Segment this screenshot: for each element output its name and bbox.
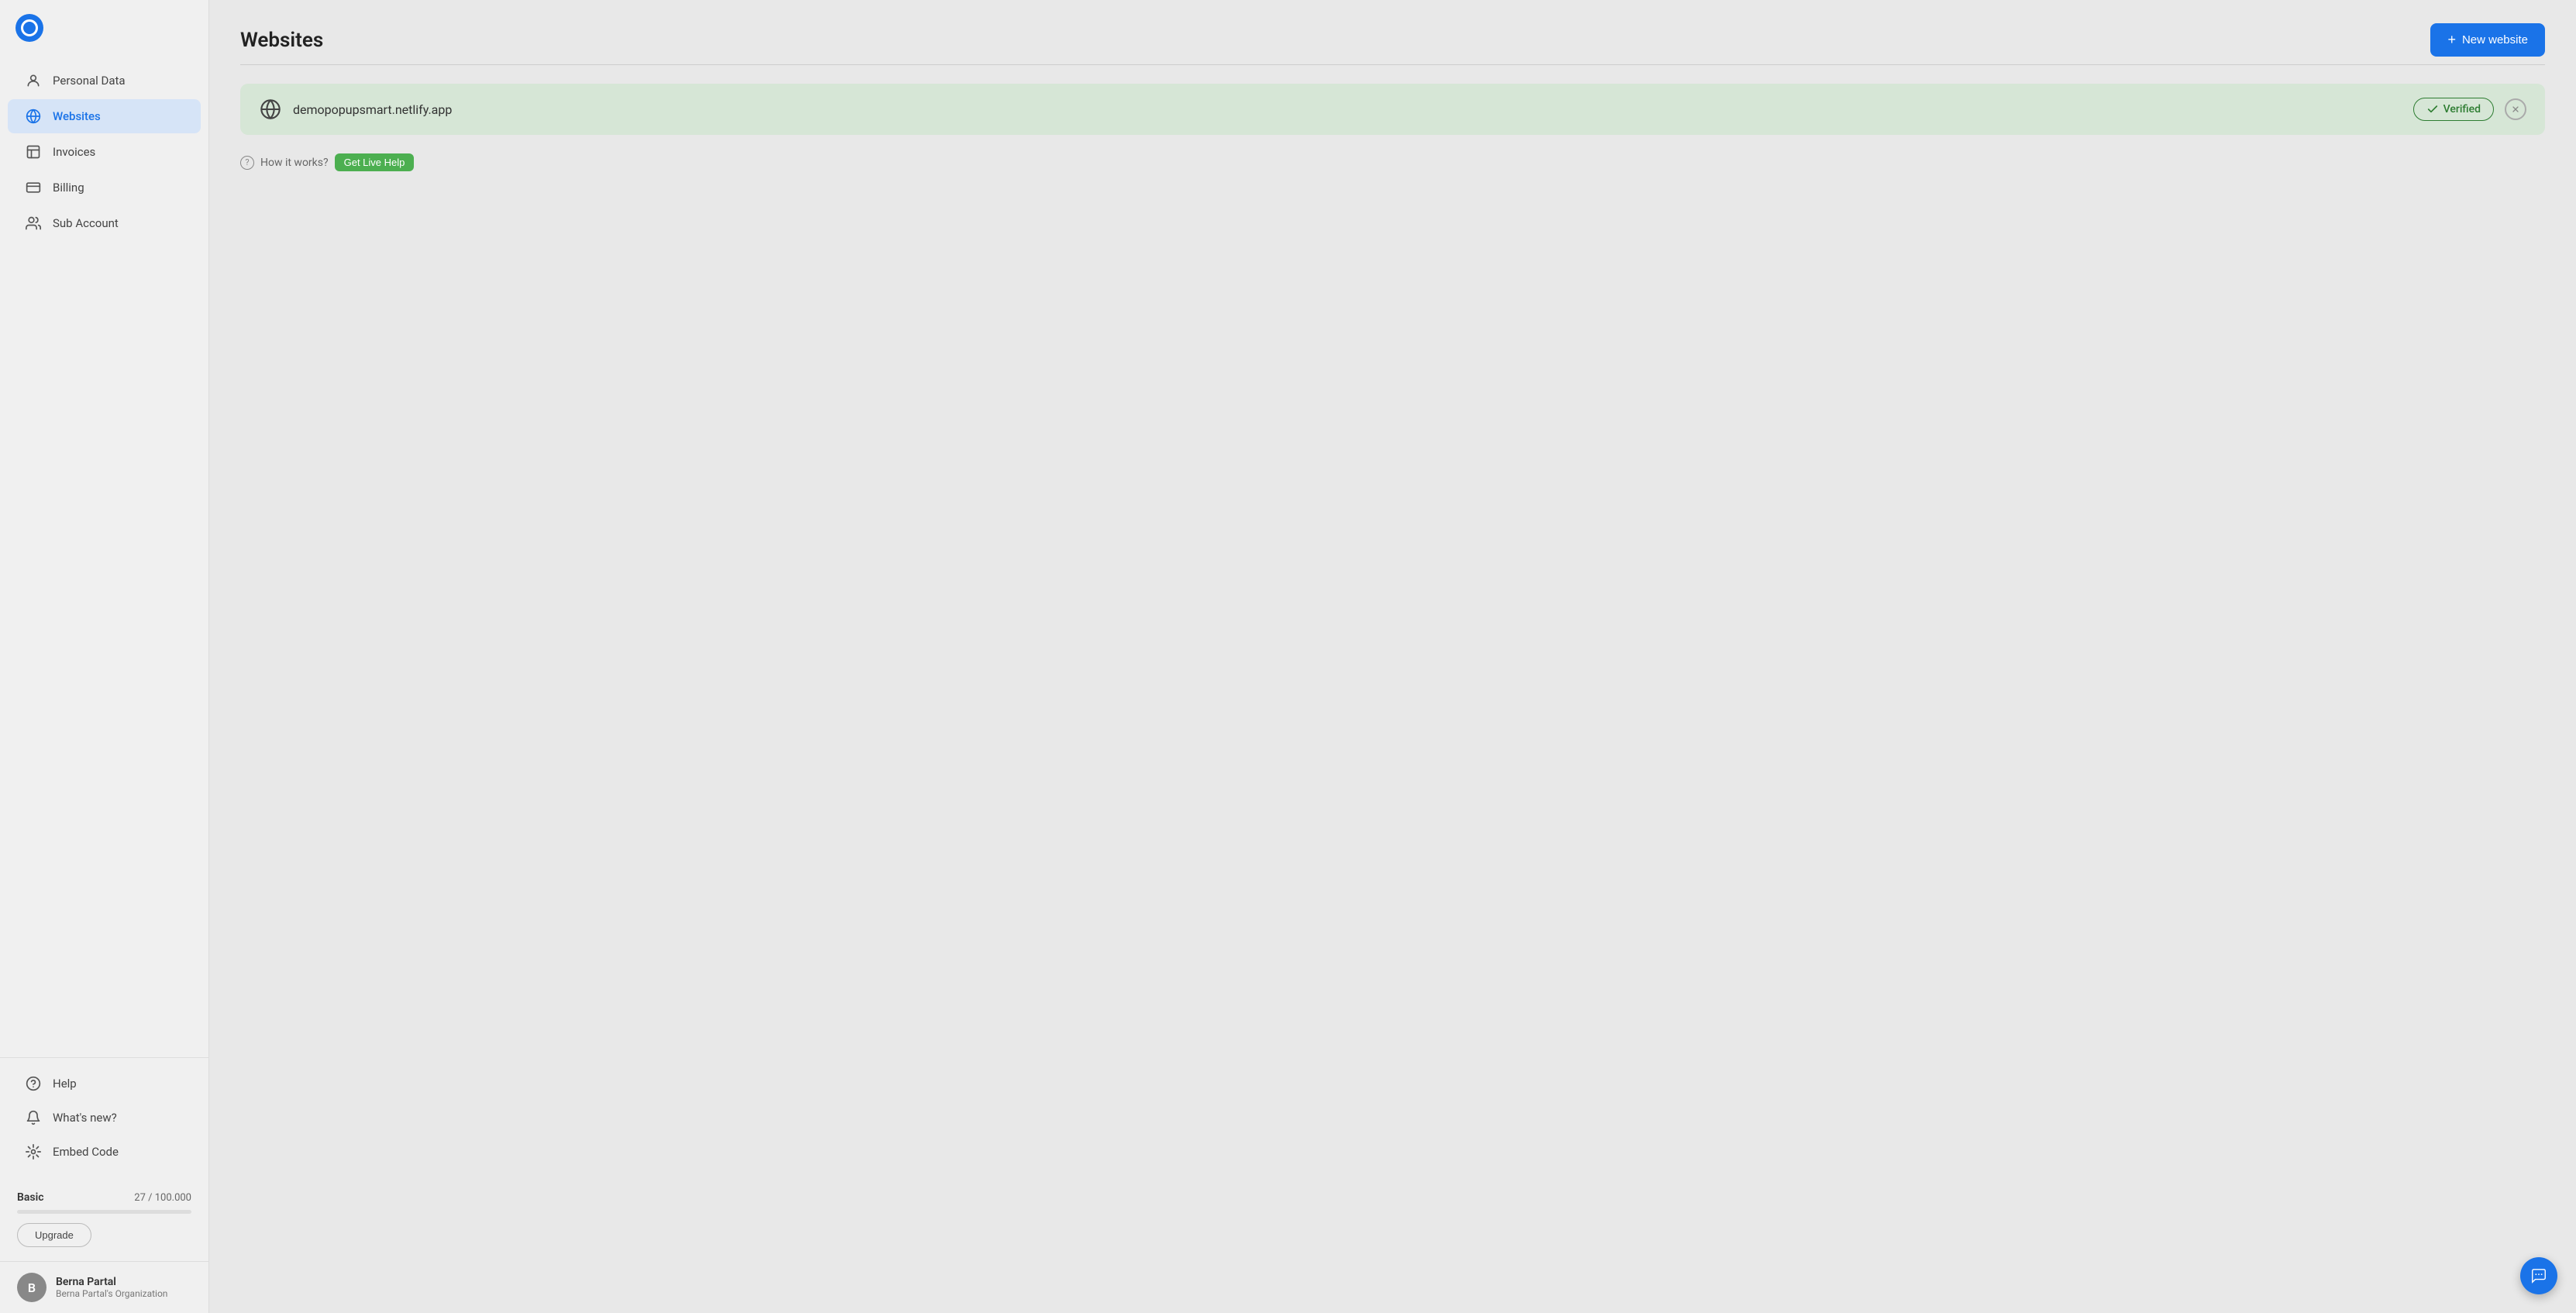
get-live-help-button[interactable]: Get Live Help [335,153,415,171]
plan-name: Basic [17,1191,44,1204]
plus-icon: + [2447,32,2456,48]
help-icon [25,1075,42,1092]
new-website-button[interactable]: + New website [2430,23,2545,57]
sidebar-item-whats-new[interactable]: What's new? [8,1101,201,1134]
person-icon [25,72,42,89]
plan-section: Basic 27 / 100.000 Upgrade [0,1180,208,1258]
website-globe-icon [259,98,282,121]
app-logo[interactable] [15,14,43,42]
user-section: B Berna Partal Berna Partal's Organizati… [0,1261,208,1313]
verified-badge: Verified [2413,98,2494,121]
sidebar-bottom: Help What's new? Embed Code [0,1057,208,1177]
website-url: demopopupsmart.netlify.app [293,102,452,117]
check-icon [2426,103,2439,115]
main-header: Websites + New website [240,23,2545,57]
people-icon [25,215,42,232]
user-info: Berna Partal Berna Partal's Organization [56,1276,167,1299]
sidebar-item-label: Sub Account [53,216,119,230]
how-it-works-text: How it works? [260,157,329,169]
website-right: Verified [2413,98,2526,121]
bell-icon [25,1109,42,1126]
user-org: Berna Partal's Organization [56,1288,167,1299]
sidebar-item-label: Billing [53,181,84,195]
embed-icon [25,1143,42,1160]
question-icon: ? [240,156,254,170]
sidebar-item-label: What's new? [53,1111,117,1125]
page-title: Websites [240,29,323,52]
sidebar-item-label: Websites [53,109,101,123]
sidebar-item-label: Help [53,1077,77,1091]
invoice-icon [25,143,42,160]
plan-usage: 27 / 100.000 [134,1192,191,1204]
main-content: Websites + New website demopopupsmart.ne… [209,0,2576,1313]
billing-icon [25,179,42,196]
user-name: Berna Partal [56,1276,167,1288]
sidebar-item-embed-code[interactable]: Embed Code [8,1136,201,1168]
sidebar-item-sub-account[interactable]: Sub Account [8,206,201,240]
how-it-works-row: ? How it works? Get Live Help [240,153,2545,171]
sidebar-nav: Personal Data Websites Invoices [0,56,208,1049]
sidebar-item-billing[interactable]: Billing [8,171,201,205]
sidebar-logo [0,0,208,56]
globe-nav-icon [25,108,42,125]
avatar: B [17,1273,46,1302]
sidebar-item-personal-data[interactable]: Personal Data [8,64,201,98]
website-left: demopopupsmart.netlify.app [259,98,452,121]
chat-bubble-button[interactable] [2520,1257,2557,1294]
sidebar-item-label: Personal Data [53,74,126,88]
sidebar-item-help[interactable]: Help [8,1067,201,1100]
chat-icon [2530,1267,2547,1284]
sidebar-item-label: Embed Code [53,1145,119,1159]
sidebar-item-label: Invoices [53,145,95,159]
sidebar: Personal Data Websites Invoices [0,0,209,1313]
upgrade-button[interactable]: Upgrade [17,1223,91,1247]
header-divider [240,64,2545,65]
close-icon [2511,105,2520,114]
sidebar-item-websites[interactable]: Websites [8,99,201,133]
remove-website-button[interactable] [2505,98,2526,120]
sidebar-item-invoices[interactable]: Invoices [8,135,201,169]
website-row: demopopupsmart.netlify.app Verified [240,84,2545,135]
plan-progress-bar [17,1210,191,1214]
